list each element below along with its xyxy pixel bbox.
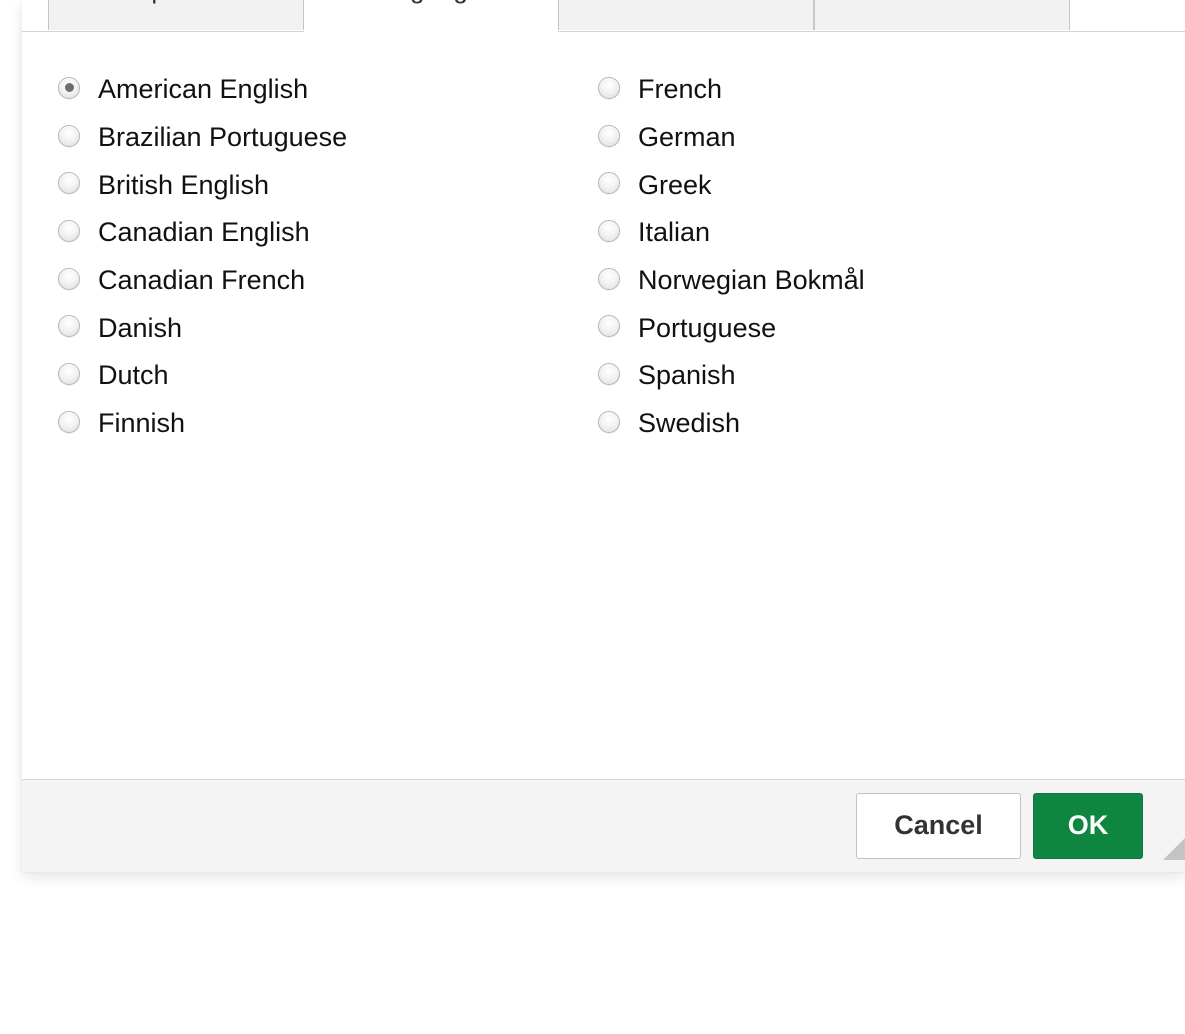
language-label: Canadian English [98, 217, 310, 248]
tab-about[interactable]: About [814, 0, 1070, 30]
tab-dictionaries[interactable]: Dictionaries [558, 0, 814, 30]
radio-button[interactable] [58, 410, 80, 433]
radio-button[interactable] [598, 410, 620, 433]
language-option-canadian-french[interactable]: Canadian French [58, 257, 347, 305]
tab-options[interactable]: Options [48, 0, 304, 30]
language-label: Danish [98, 312, 183, 343]
language-label: Canadian French [98, 265, 306, 296]
language-option-swedish[interactable]: Swedish [598, 400, 865, 448]
radio-button[interactable] [598, 267, 620, 290]
radio-button[interactable] [598, 172, 620, 195]
language-option-brazilian-portuguese[interactable]: Brazilian Portuguese [58, 114, 347, 162]
radio-button[interactable] [598, 219, 620, 242]
language-label: Spanish [638, 360, 736, 391]
ok-button[interactable]: OK [1033, 793, 1143, 859]
language-option-german[interactable]: German [598, 114, 865, 162]
language-option-american-english[interactable]: American English [58, 66, 347, 114]
language-label: Dutch [98, 360, 169, 391]
radio-button[interactable] [598, 315, 620, 338]
resize-grip-icon[interactable] [1163, 838, 1185, 860]
tab-dictionaries-label: Dictionaries [559, 0, 813, 17]
language-label: Greek [638, 169, 712, 200]
language-option-portuguese[interactable]: Portuguese [598, 304, 865, 352]
radio-button[interactable] [58, 219, 80, 242]
radio-button[interactable] [58, 76, 80, 99]
language-label: British English [98, 169, 270, 200]
language-label: Portuguese [638, 312, 777, 343]
spellcheck-dialog: Options Languages Dictionaries About Ame… [22, 0, 1185, 872]
language-label: Norwegian Bokmål [638, 265, 865, 296]
language-label: German [638, 122, 736, 153]
language-option-french[interactable]: French [598, 66, 865, 114]
language-label: Swedish [638, 408, 741, 439]
language-label: Italian [638, 217, 711, 248]
language-option-norwegian-bokm-l[interactable]: Norwegian Bokmål [598, 257, 865, 305]
radio-button[interactable] [58, 362, 80, 385]
radio-button[interactable] [598, 362, 620, 385]
language-option-british-english[interactable]: British English [58, 161, 347, 209]
language-option-greek[interactable]: Greek [598, 161, 865, 209]
language-option-italian[interactable]: Italian [598, 209, 865, 257]
radio-button[interactable] [58, 172, 80, 195]
language-option-finnish[interactable]: Finnish [58, 400, 347, 448]
tab-bar: Options Languages Dictionaries About [22, 0, 1185, 32]
language-label: Brazilian Portuguese [98, 122, 348, 153]
radio-button[interactable] [58, 124, 80, 147]
language-option-danish[interactable]: Danish [58, 304, 347, 352]
language-label: American English [98, 74, 309, 105]
radio-button[interactable] [598, 76, 620, 99]
cancel-button[interactable]: Cancel [856, 793, 1021, 859]
tab-languages[interactable]: Languages [304, 0, 558, 32]
language-option-dutch[interactable]: Dutch [58, 352, 347, 400]
tab-options-label: Options [49, 0, 303, 17]
language-label: Finnish [98, 408, 186, 439]
radio-button[interactable] [598, 124, 620, 147]
radio-button[interactable] [58, 267, 80, 290]
tab-about-label: About [815, 0, 1069, 17]
radio-button[interactable] [58, 315, 80, 338]
dialog-footer: Cancel OK [22, 779, 1185, 872]
language-option-canadian-english[interactable]: Canadian English [58, 209, 347, 257]
language-option-spanish[interactable]: Spanish [598, 352, 865, 400]
language-label: French [638, 74, 723, 105]
language-column-right: French German Greek Italian Norwegian Bokmål… [598, 66, 865, 448]
tab-languages-label: Languages [305, 0, 557, 17]
language-column-left: American English Brazilian Portuguese Brit… [58, 66, 347, 448]
